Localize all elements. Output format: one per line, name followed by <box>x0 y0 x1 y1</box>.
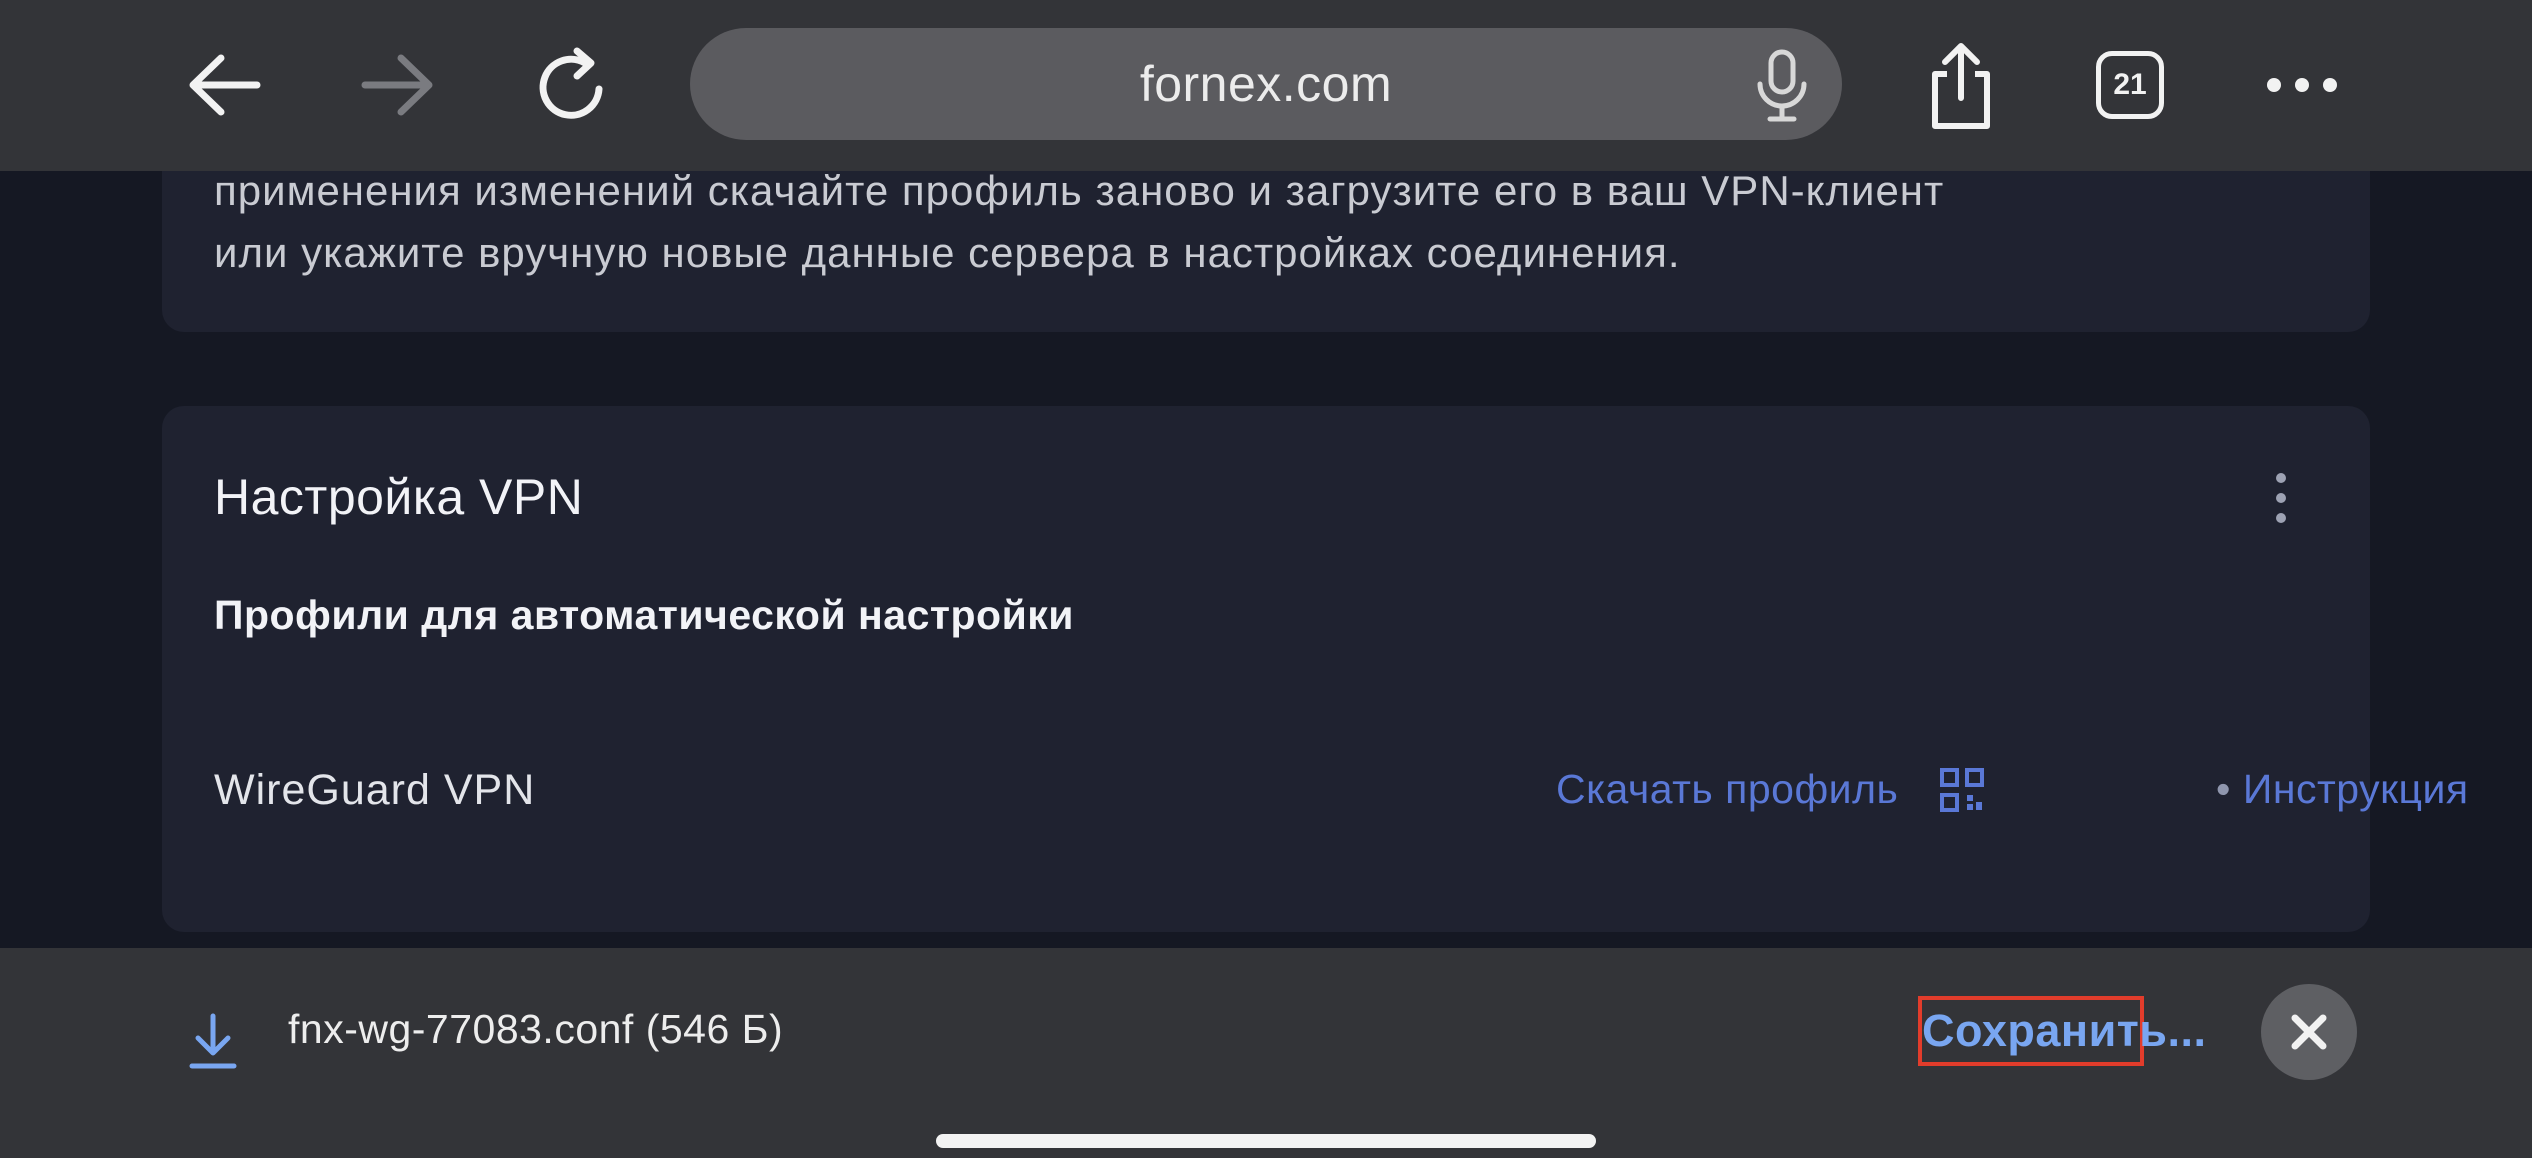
browser-page: fornex.com 21 применения изменений скача… <box>0 0 2532 1158</box>
close-download-button[interactable] <box>2261 984 2357 1080</box>
qr-code-button[interactable] <box>1940 768 1984 812</box>
forward-button[interactable] <box>352 45 442 125</box>
back-button[interactable] <box>180 45 270 125</box>
qr-code-icon <box>1940 768 1984 812</box>
vpn-card-title: Настройка VPN <box>214 469 584 525</box>
share-icon <box>1932 43 1990 129</box>
url-text: fornex.com <box>1139 56 1393 112</box>
save-button[interactable]: Сохранить... <box>1918 996 2206 1066</box>
download-icon <box>188 1012 238 1072</box>
more-icon <box>2267 78 2337 92</box>
wireguard-label: WireGuard VPN <box>214 766 536 814</box>
tabs-button[interactable]: 21 <box>2090 45 2170 125</box>
reload-icon <box>539 47 603 119</box>
forward-arrow-icon <box>361 54 433 116</box>
home-indicator[interactable] <box>936 1134 1596 1148</box>
tab-count: 21 <box>2113 68 2147 101</box>
download-filename: fnx-wg-77083.conf (546 Б) <box>288 1006 784 1052</box>
tabs-icon: 21 <box>2096 51 2164 119</box>
more-button[interactable] <box>2262 60 2342 110</box>
share-button[interactable] <box>1916 38 2006 134</box>
browser-toolbar: fornex.com 21 <box>0 0 2532 171</box>
notice-line-2: или укажите вручную новые данные сервера… <box>214 229 1681 276</box>
profiles-subtitle: Профили для автоматической настройки <box>214 592 1075 638</box>
back-arrow-icon <box>189 54 261 116</box>
vpn-setup-card: Настройка VPN Профили для автоматической… <box>162 406 2468 932</box>
reload-button[interactable] <box>528 40 618 130</box>
bullet: • <box>2216 766 2231 812</box>
instruction-item: • Инструкция <box>2216 766 2469 813</box>
notice-text: применения изменений скачайте профиль за… <box>214 160 2214 284</box>
download-bar: fnx-wg-77083.conf (546 Б) Сохранить... <box>0 948 2532 1158</box>
microphone-button[interactable] <box>1752 48 1812 124</box>
download-profile-link[interactable]: Скачать профиль <box>1556 766 1898 813</box>
vertical-dots-icon <box>2276 473 2286 523</box>
instruction-link[interactable]: Инструкция <box>2243 766 2469 812</box>
microphone-icon <box>1757 49 1807 122</box>
card-menu-button[interactable] <box>2266 468 2296 528</box>
notice-line-1: применения изменений скачайте профиль за… <box>214 167 1945 214</box>
close-icon <box>2291 1014 2327 1050</box>
address-bar[interactable]: fornex.com <box>690 28 1842 140</box>
